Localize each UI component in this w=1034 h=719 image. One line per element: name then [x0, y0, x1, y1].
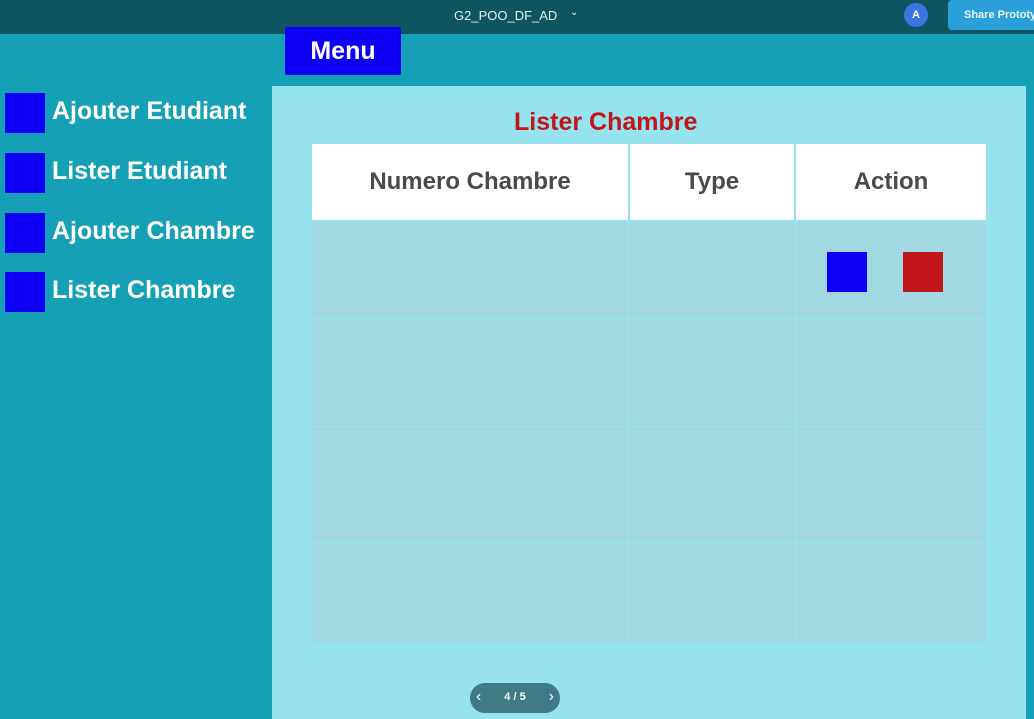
cell-type	[630, 320, 794, 426]
cell-action	[796, 222, 986, 318]
table-row	[312, 428, 986, 542]
column-header-type: Type	[630, 144, 794, 220]
share-prototype-button[interactable]: Share Prototype	[948, 0, 1034, 30]
sidebar-item-label[interactable]: Lister Chambre	[52, 276, 235, 305]
page-title: Lister Chambre	[514, 108, 698, 136]
cell-type	[630, 222, 794, 318]
sidebar-item-icon	[5, 213, 45, 253]
sidebar-item-label[interactable]: Ajouter Chambre	[52, 217, 255, 246]
cell-action	[796, 320, 986, 426]
chevron-down-icon[interactable]: ⌄	[570, 7, 578, 18]
main-content: Lister Chambre Numero Chambre Type Actio…	[272, 86, 1026, 719]
avatar[interactable]: A	[904, 3, 928, 27]
sidebar-item-icon	[5, 93, 45, 133]
cell-numero	[312, 544, 628, 643]
table-row	[312, 222, 986, 318]
chambre-table: Numero Chambre Type Action	[312, 144, 986, 643]
column-header-numero: Numero Chambre	[312, 144, 628, 220]
cell-numero	[312, 428, 628, 542]
chevron-right-icon[interactable]: ›	[549, 688, 554, 706]
project-title[interactable]: G2_POO_DF_AD	[454, 8, 557, 23]
sidebar-item-icon	[5, 153, 45, 193]
cell-numero	[312, 320, 628, 426]
cell-action	[796, 428, 986, 542]
page-indicator: 4 / 5	[504, 691, 526, 703]
cell-type	[630, 544, 794, 643]
menu-button[interactable]: Menu	[285, 27, 401, 75]
table-row	[312, 544, 986, 643]
page-navigator: ‹ 4 / 5 ›	[470, 683, 560, 713]
cell-numero	[312, 222, 628, 318]
delete-button[interactable]	[903, 252, 943, 292]
sidebar-item-label[interactable]: Lister Etudiant	[52, 157, 227, 186]
cell-type	[630, 428, 794, 542]
table-row	[312, 320, 986, 426]
edit-button[interactable]	[827, 252, 867, 292]
column-header-action: Action	[796, 144, 986, 220]
top-bar: G2_POO_DF_AD ⌄ A Share Prototype	[0, 0, 1034, 34]
sidebar-item-label[interactable]: Ajouter Etudiant	[52, 97, 246, 126]
sidebar-item-icon	[5, 272, 45, 312]
cell-action	[796, 544, 986, 643]
